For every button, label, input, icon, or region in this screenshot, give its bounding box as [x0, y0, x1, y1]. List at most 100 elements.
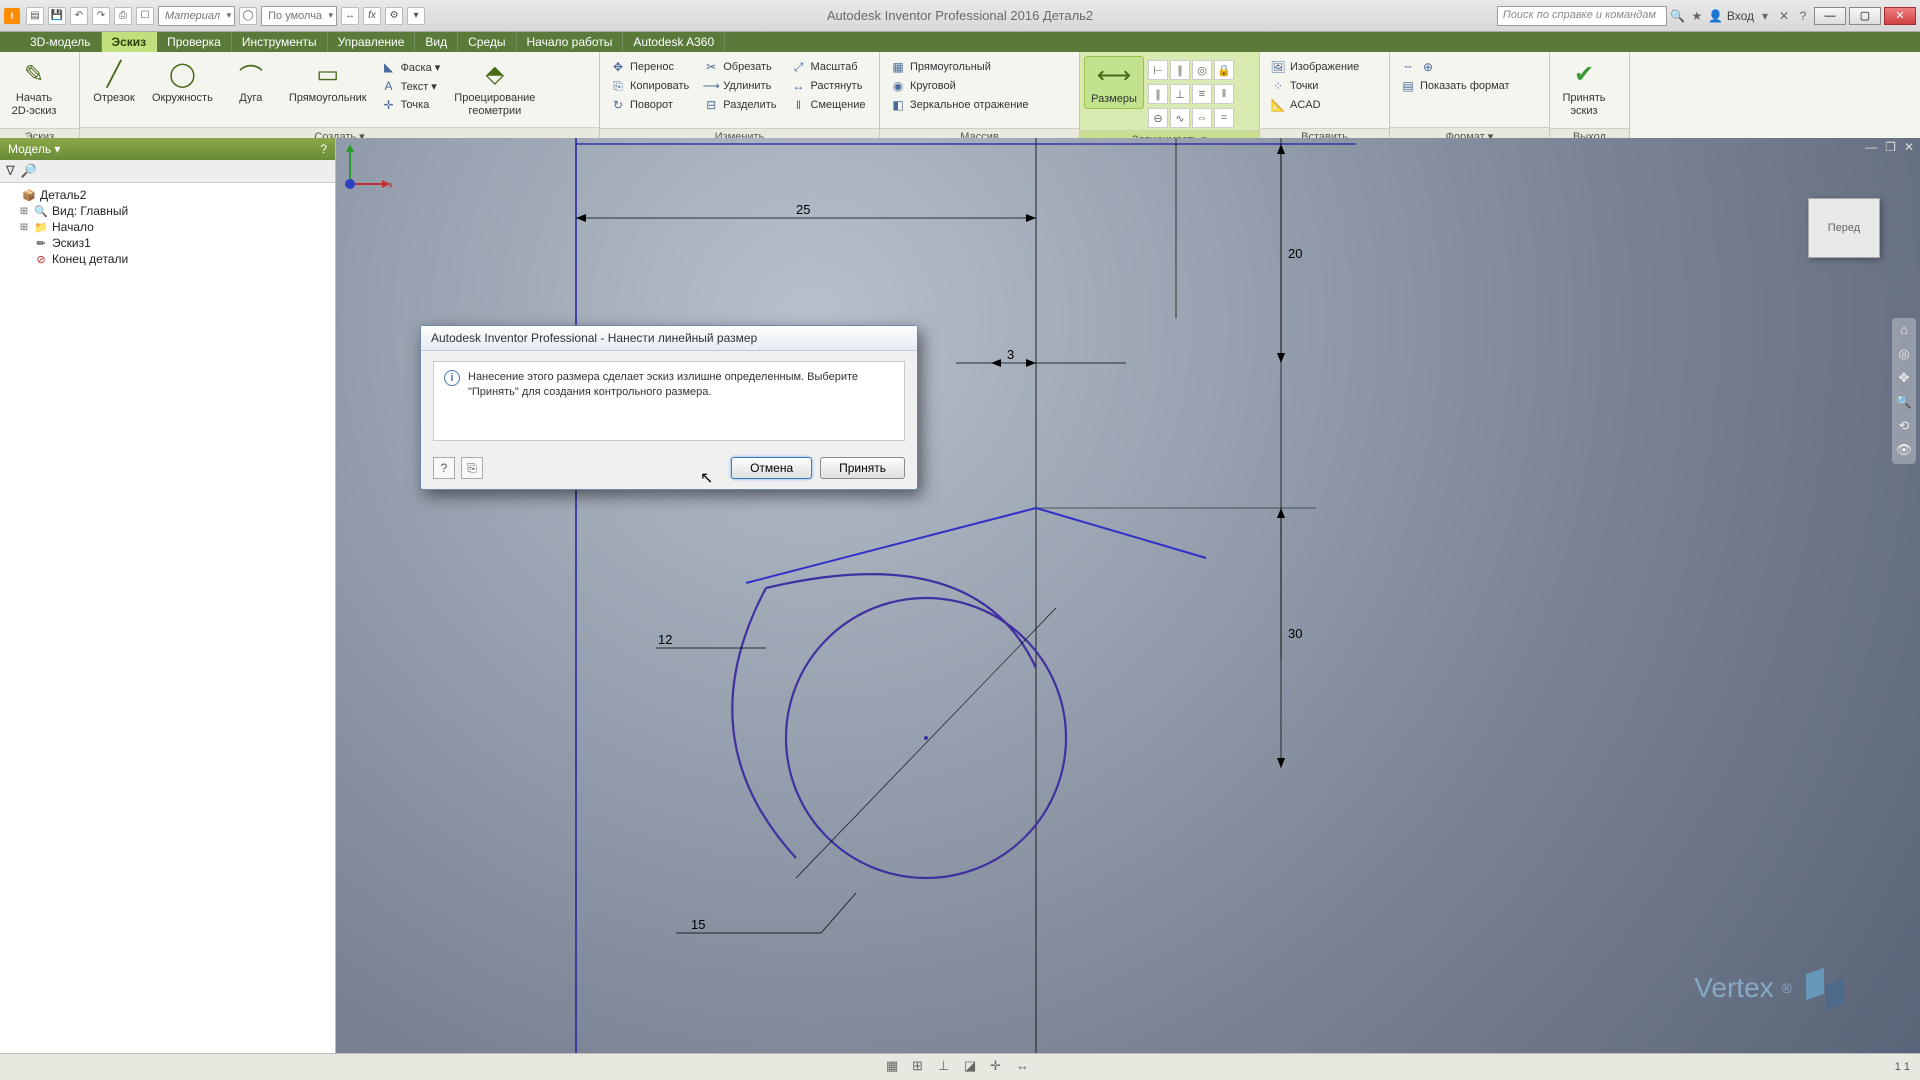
maximize-button[interactable]: ▢ — [1849, 7, 1881, 25]
line-button[interactable]: ╱Отрезок — [84, 56, 144, 107]
dialog-copy-icon[interactable]: ⎘ — [461, 457, 483, 479]
tab-getstarted[interactable]: Начало работы — [517, 32, 624, 52]
constraint-concentric-icon[interactable]: ◎ — [1192, 60, 1212, 80]
dialog-accept-button[interactable]: Принять — [820, 457, 905, 479]
graphics-canvas[interactable]: — ❐ ✕ 25 3 20 30 — [336, 138, 1920, 1053]
login-link[interactable]: Вход — [1727, 9, 1754, 23]
constraint-smooth-icon[interactable]: ∿ — [1170, 108, 1190, 128]
constraint-equal-icon[interactable]: = — [1214, 108, 1234, 128]
circle-button[interactable]: ◯Окружность — [146, 56, 219, 107]
constraint-symmetric-icon[interactable]: ⇔ — [1192, 108, 1212, 128]
start-sketch-button[interactable]: ✎Начать 2D-эскиз — [4, 56, 64, 119]
arc-button[interactable]: ⌒Дуга — [221, 56, 281, 107]
search-icon[interactable]: 🔍 — [1670, 8, 1686, 24]
tab-a360[interactable]: Autodesk A360 — [623, 32, 725, 52]
viewcube[interactable]: Перед — [1808, 198, 1880, 258]
constraint-tangent-icon[interactable]: ⊖ — [1148, 108, 1168, 128]
nav-lookat-icon[interactable]: 👁 — [1895, 442, 1913, 460]
tab-inspect[interactable]: Проверка — [157, 32, 232, 52]
tree-root[interactable]: 📦Деталь2 — [4, 187, 331, 203]
qat-redo-icon[interactable]: ↷ — [92, 7, 110, 25]
tab-view[interactable]: Вид — [415, 32, 458, 52]
exchange-icon[interactable]: ✕ — [1776, 8, 1792, 24]
qat-open-icon[interactable]: ▤ — [26, 7, 44, 25]
find-icon[interactable]: 🔎 — [21, 163, 37, 179]
star-icon[interactable]: ★ — [1689, 8, 1705, 24]
help-search[interactable]: Поиск по справке и командам — [1497, 6, 1667, 26]
nav-pan-icon[interactable]: ✥ — [1895, 370, 1913, 388]
tab-environments[interactable]: Среды — [458, 32, 516, 52]
tab-sketch[interactable]: Эскиз — [102, 32, 158, 52]
scale-button[interactable]: ⤢Масштаб — [787, 58, 870, 76]
help-icon[interactable]: ? — [1795, 8, 1811, 24]
extend-button[interactable]: ⟶Удлинить — [699, 77, 780, 95]
rotate-button[interactable]: ↻Поворот — [606, 96, 693, 114]
chamfer-button[interactable]: ◣Фаска ▾ — [377, 58, 445, 76]
trim-button[interactable]: ✂Обрезать — [699, 58, 780, 76]
tab-tools[interactable]: Инструменты — [232, 32, 328, 52]
browser-help-icon[interactable]: ? — [320, 142, 327, 156]
image-button[interactable]: 🖼Изображение — [1266, 58, 1363, 76]
qat-print-icon[interactable]: ⎙ — [114, 7, 132, 25]
constraint-horizontal-icon[interactable]: ≡ — [1192, 84, 1212, 104]
circular-pattern-button[interactable]: ◉Круговой — [886, 77, 1033, 95]
tree-origin[interactable]: ⊞📁Начало — [4, 219, 331, 235]
status-grid-icon[interactable]: ▦ — [886, 1058, 904, 1076]
appearance-combo[interactable]: По умолча — [261, 6, 337, 26]
point-button[interactable]: ✛Точка — [377, 96, 445, 114]
minimize-button[interactable]: — — [1814, 7, 1846, 25]
status-slice-icon[interactable]: ◪ — [964, 1058, 982, 1076]
rectangle-button[interactable]: ▭Прямоугольник — [283, 56, 373, 107]
close-button[interactable]: ✕ — [1884, 7, 1916, 25]
tree-sketch1[interactable]: ✏Эскиз1 — [4, 235, 331, 251]
constraint-fix-icon[interactable]: 🔒 — [1214, 60, 1234, 80]
dimension-button[interactable]: ⟷Размеры — [1084, 56, 1144, 109]
project-geometry-button[interactable]: ⬘Проецирование геометрии — [448, 56, 541, 119]
model-tree[interactable]: 📦Деталь2 ⊞🔍Вид: Главный ⊞📁Начало ✏Эскиз1… — [0, 183, 335, 1053]
text-button[interactable]: AТекст ▾ — [377, 77, 445, 95]
constraint-vertical-icon[interactable]: ‖ — [1214, 84, 1234, 104]
qat-select-icon[interactable]: ☐ — [136, 7, 154, 25]
status-dim-icon[interactable]: ↔ — [1016, 1058, 1034, 1076]
qat-fx-icon[interactable]: fx — [363, 7, 381, 25]
dialog-help-icon[interactable]: ? — [433, 457, 455, 479]
browser-title[interactable]: Модель ▾ — [8, 142, 60, 156]
nav-wheel-icon[interactable]: ◎ — [1895, 346, 1913, 364]
constraint-coincident-icon[interactable]: ⊢ — [1148, 60, 1168, 80]
chevron-down-icon[interactable]: ▾ — [1757, 8, 1773, 24]
show-format-button[interactable]: ▤Показать формат — [1396, 77, 1514, 95]
nav-orbit-icon[interactable]: ⟲ — [1895, 418, 1913, 436]
copy-button[interactable]: ⎘Копировать — [606, 77, 693, 95]
qat-dropdown-icon[interactable]: ▾ — [407, 7, 425, 25]
tree-view[interactable]: ⊞🔍Вид: Главный — [4, 203, 331, 219]
tab-manage[interactable]: Управление — [328, 32, 416, 52]
format-construction-button[interactable]: ╌⊕ — [1396, 58, 1514, 76]
filter-icon[interactable]: ∇ — [6, 163, 15, 179]
acad-button[interactable]: 📐ACAD — [1266, 96, 1363, 114]
tree-end[interactable]: ⊘Конец детали — [4, 251, 331, 267]
mirror-button[interactable]: ◧Зеркальное отражение — [886, 96, 1033, 114]
split-button[interactable]: ⊟Разделить — [699, 96, 780, 114]
points-button[interactable]: ⁘Точки — [1266, 77, 1363, 95]
qat-undo-icon[interactable]: ↶ — [70, 7, 88, 25]
constraint-perpendicular-icon[interactable]: ⊥ — [1170, 84, 1190, 104]
nav-zoom-icon[interactable]: 🔍 — [1895, 394, 1913, 412]
qat-measure-icon[interactable]: ↔ — [341, 7, 359, 25]
qat-settings-icon[interactable]: ⚙ — [385, 7, 403, 25]
material-combo[interactable]: Материал — [158, 6, 235, 26]
constraint-parallel-icon[interactable]: ∥ — [1148, 84, 1168, 104]
finish-sketch-button[interactable]: ✔Принять эскиз — [1554, 56, 1614, 119]
nav-home-icon[interactable]: ⌂ — [1895, 322, 1913, 340]
stretch-button[interactable]: ↔Растянуть — [787, 77, 870, 95]
offset-button[interactable]: ‖Смещение — [787, 96, 870, 114]
status-center-icon[interactable]: ✛ — [990, 1058, 1008, 1076]
status-ortho-icon[interactable]: ⊥ — [938, 1058, 956, 1076]
tab-3d-model[interactable]: 3D-модель — [20, 32, 102, 52]
rectangular-pattern-button[interactable]: ▦Прямоугольный — [886, 58, 1033, 76]
constraint-collinear-icon[interactable]: ∥ — [1170, 60, 1190, 80]
qat-appearance-icon[interactable]: ◯ — [239, 7, 257, 25]
move-button[interactable]: ✥Перенос — [606, 58, 693, 76]
qat-save-icon[interactable]: 💾 — [48, 7, 66, 25]
user-icon[interactable]: 👤 — [1708, 8, 1724, 24]
dialog-cancel-button[interactable]: Отмена — [731, 457, 812, 479]
